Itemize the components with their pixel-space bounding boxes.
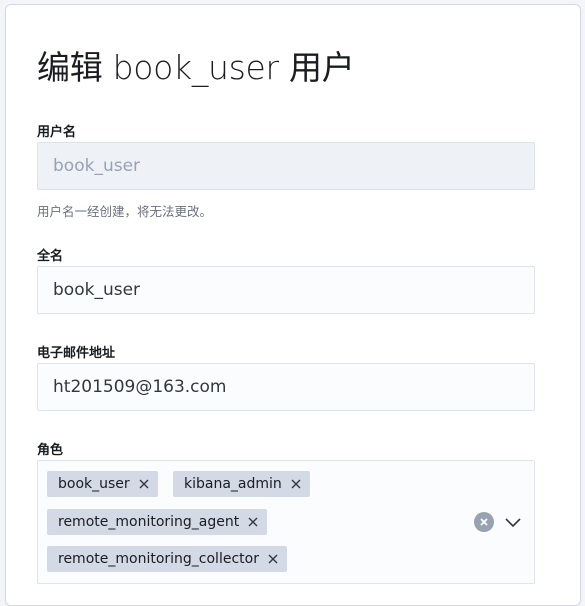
role-pill: remote_monitoring_collector — [47, 546, 287, 572]
role-pill: remote_monitoring_agent — [47, 509, 268, 535]
role-pill-label: kibana_admin — [184, 476, 282, 492]
full-name-label: 全名 — [37, 249, 64, 264]
username-label: 用户名 — [37, 125, 77, 140]
role-pill-label: remote_monitoring_collector — [58, 551, 259, 567]
role-pill: book_user — [47, 471, 158, 497]
role-pill-label: book_user — [58, 476, 130, 492]
edit-user-panel: 编辑 book_user 用户 用户名 用户名一经创建，将无法更改。 全名 电子… — [5, 4, 581, 606]
cross-icon[interactable] — [267, 553, 279, 565]
chevron-down-icon[interactable] — [504, 514, 522, 530]
email-label: 电子邮件地址 — [37, 346, 116, 361]
roles-label: 角色 — [37, 443, 64, 458]
cross-icon[interactable] — [247, 516, 259, 528]
full-name-field[interactable] — [37, 266, 535, 314]
cross-icon[interactable] — [138, 478, 150, 490]
roles-combobox[interactable]: book_user kibana_admin remote_monitoring… — [37, 460, 535, 584]
clear-circle-icon[interactable] — [474, 512, 494, 532]
username-help-text: 用户名一经创建，将无法更改。 — [37, 204, 213, 219]
role-pill: kibana_admin — [173, 471, 310, 497]
role-pill-label: remote_monitoring_agent — [58, 514, 240, 530]
username-field — [37, 142, 535, 190]
cross-icon[interactable] — [290, 478, 302, 490]
email-field[interactable] — [37, 363, 535, 411]
page-title: 编辑 book_user 用户 — [37, 48, 355, 87]
